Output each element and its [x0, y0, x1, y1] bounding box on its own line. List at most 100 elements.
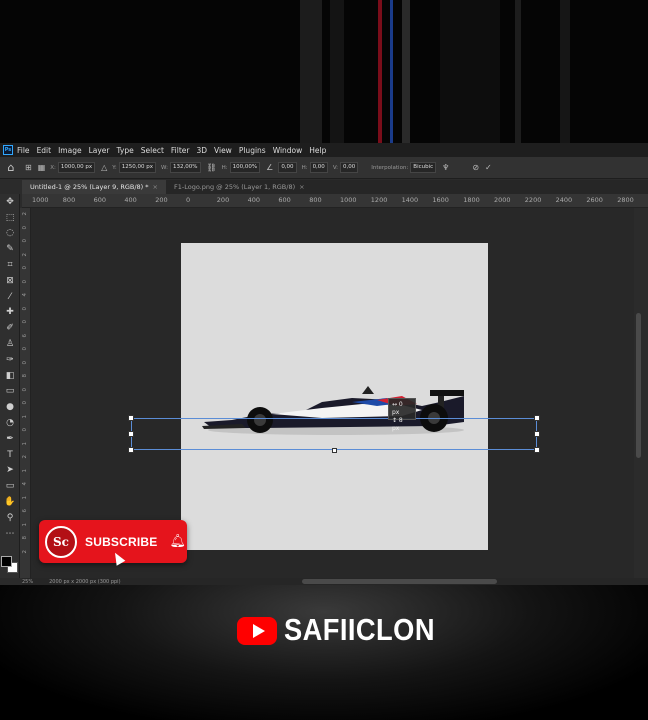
delta-icon[interactable]: △ [101, 163, 107, 172]
hand-tool-icon[interactable]: ✋ [0, 494, 20, 510]
ruler-tick-label: 2 [22, 252, 28, 257]
menu-bar: Ps File Edit Image Layer Type Select Fil… [0, 143, 648, 157]
ruler-tick-label: 0 [22, 266, 28, 270]
quick-select-tool-icon[interactable]: ✎ [0, 241, 20, 257]
pen-tool-icon[interactable]: ✒ [0, 431, 20, 447]
ruler-tick-label: 1000 [340, 196, 357, 204]
blur-tool-icon[interactable]: ● [0, 399, 20, 415]
menu-window[interactable]: Window [273, 146, 303, 155]
reference-point-icon[interactable]: ⊞ [25, 163, 32, 172]
x-label: X: [50, 164, 56, 171]
close-icon[interactable]: × [299, 183, 304, 191]
stamp-tool-icon[interactable]: ♙ [0, 336, 20, 352]
menu-select[interactable]: Select [141, 146, 164, 155]
interpolation-select[interactable]: Bicubic [410, 162, 437, 173]
healing-tool-icon[interactable]: ✚ [0, 305, 20, 321]
menu-help[interactable]: Help [309, 146, 326, 155]
eyedropper-tool-icon[interactable]: ⁄ [0, 289, 20, 305]
y-position-field[interactable]: 1250,00 px [118, 162, 157, 173]
crop-tool-icon[interactable]: ⌗ [0, 257, 20, 273]
brush-tool-icon[interactable]: ✐ [0, 320, 20, 336]
commit-transform-icon[interactable]: ✓ [485, 163, 492, 172]
transform-offset-tooltip: ↔ 0 px ↕ 8 px [388, 398, 416, 432]
angle-icon: ∠ [266, 163, 274, 172]
ruler-tick-label: 800 [309, 196, 322, 204]
menu-file[interactable]: File [17, 146, 30, 155]
tab-f1-logo[interactable]: F1-Logo.png @ 25% (Layer 1, RGB/8) × [166, 180, 313, 194]
tooltip-horizontal-offset: ↔ 0 px [392, 401, 403, 416]
ruler-tick-label: 4 [22, 482, 28, 486]
move-tool-icon[interactable]: ✥ [0, 194, 20, 210]
frame-tool-icon[interactable]: ⊠ [0, 273, 20, 289]
dodge-tool-icon[interactable]: ◔ [0, 415, 20, 431]
ruler-tick-label: 1800 [463, 196, 480, 204]
vskew-field[interactable]: 0,00 [339, 162, 359, 173]
zoom-level[interactable]: 25% [22, 579, 33, 585]
lasso-tool-icon[interactable]: ◌ [0, 226, 20, 242]
menu-view[interactable]: View [214, 146, 232, 155]
transform-handle-right[interactable] [534, 431, 540, 437]
bell-icon[interactable]: 🔔︎ [169, 534, 186, 549]
transform-handle-left[interactable] [128, 431, 134, 437]
ruler-tick-label: 800 [62, 196, 76, 204]
shape-tool-icon[interactable]: ▭ [0, 478, 20, 494]
menu-type[interactable]: Type [117, 146, 134, 155]
ruler-tick-label: 2 [22, 455, 28, 459]
home-icon[interactable]: ⌂ [0, 161, 22, 174]
more-tools-icon[interactable]: ⋯ [0, 526, 20, 542]
tab-untitled-1[interactable]: Untitled-1 @ 25% (Layer 9, RGB/8) * × [22, 180, 166, 194]
ruler-tick-label: 8 [22, 536, 28, 540]
warp-icon[interactable]: ♆ [442, 163, 449, 172]
subscribe-label: SUBSCRIBE [85, 534, 158, 549]
vertical-scroll-thumb[interactable] [636, 313, 641, 458]
zoom-tool-icon[interactable]: ⚲ [0, 510, 20, 526]
ruler-tick-label: 4 [22, 293, 28, 297]
transform-handle-top-left[interactable] [128, 415, 134, 421]
ruler-tick-label: 600 [93, 196, 107, 204]
transform-handle-bottom[interactable] [332, 448, 337, 453]
ruler-tick-label: 0 [22, 387, 28, 392]
gradient-tool-icon[interactable]: ▭ [0, 384, 20, 400]
path-select-tool-icon[interactable]: ➤ [0, 463, 20, 479]
menu-image[interactable]: Image [58, 146, 82, 155]
ruler-tick-label: 0 [22, 428, 28, 432]
photoshop-window: Ps File Edit Image Layer Type Select Fil… [0, 143, 648, 585]
type-tool-icon[interactable]: T [0, 447, 20, 463]
marquee-tool-icon[interactable]: ⬚ [0, 210, 20, 226]
menu-edit[interactable]: Edit [37, 146, 52, 155]
ruler-tick-label: 1200 [370, 196, 388, 204]
w-label: W: [161, 164, 169, 171]
ruler-tick-label: 2000 [494, 196, 511, 204]
height-field[interactable]: 100,00% [229, 162, 261, 173]
free-transform-bounding-box[interactable] [128, 415, 540, 453]
ruler-tick-label: 400 [124, 196, 137, 204]
hskew-field[interactable]: 0,00 [309, 162, 328, 173]
ruler-tick-label: 0 [22, 360, 28, 365]
menu-3d[interactable]: 3D [196, 146, 207, 155]
close-icon[interactable]: × [153, 183, 158, 191]
eraser-tool-icon[interactable]: ◧ [0, 368, 20, 384]
menu-layer[interactable]: Layer [89, 146, 110, 155]
x-position-field[interactable]: 1000,00 px [57, 162, 96, 173]
transform-handle-bottom-right[interactable] [534, 447, 540, 453]
transform-handle-bottom-left[interactable] [128, 447, 134, 453]
vertical-ruler: 2 0 0 2 0 0 4 0 0 6 0 0 8 0 0 1 0 1 2 1 4 1 6 1 8 2 [20, 208, 31, 578]
link-icon[interactable]: ⛓ [207, 163, 217, 172]
tools-panel: ✥ ⬚ ◌ ✎ ⌗ ⊠ ⁄ ✚ ✐ ♙ ✑ ◧ ▭ ● ◔ ✒ T ➤ ▭ ✋ … [0, 194, 20, 578]
reference-grid-icon[interactable]: ▦ [38, 163, 46, 172]
width-field[interactable]: 132,00% [170, 162, 201, 173]
angle-field[interactable]: 0,00 [278, 162, 297, 173]
horizontal-scroll-thumb[interactable] [302, 579, 497, 584]
ruler-tick-label: 2600 [586, 196, 603, 204]
color-swatches[interactable] [1, 556, 19, 574]
ruler-tick-label: 2400 [555, 196, 573, 204]
history-brush-icon[interactable]: ✑ [0, 352, 20, 368]
vertical-scrollbar[interactable] [634, 208, 648, 578]
ruler-tick-label: 6 [22, 333, 28, 338]
transform-handle-top-right[interactable] [534, 415, 540, 421]
menu-plugins[interactable]: Plugins [239, 146, 266, 155]
cancel-transform-icon[interactable]: ⊘ [472, 163, 479, 172]
foreground-color-swatch[interactable] [1, 556, 12, 567]
menu-filter[interactable]: Filter [171, 146, 190, 155]
ruler-tick-label: 0 [22, 320, 28, 324]
